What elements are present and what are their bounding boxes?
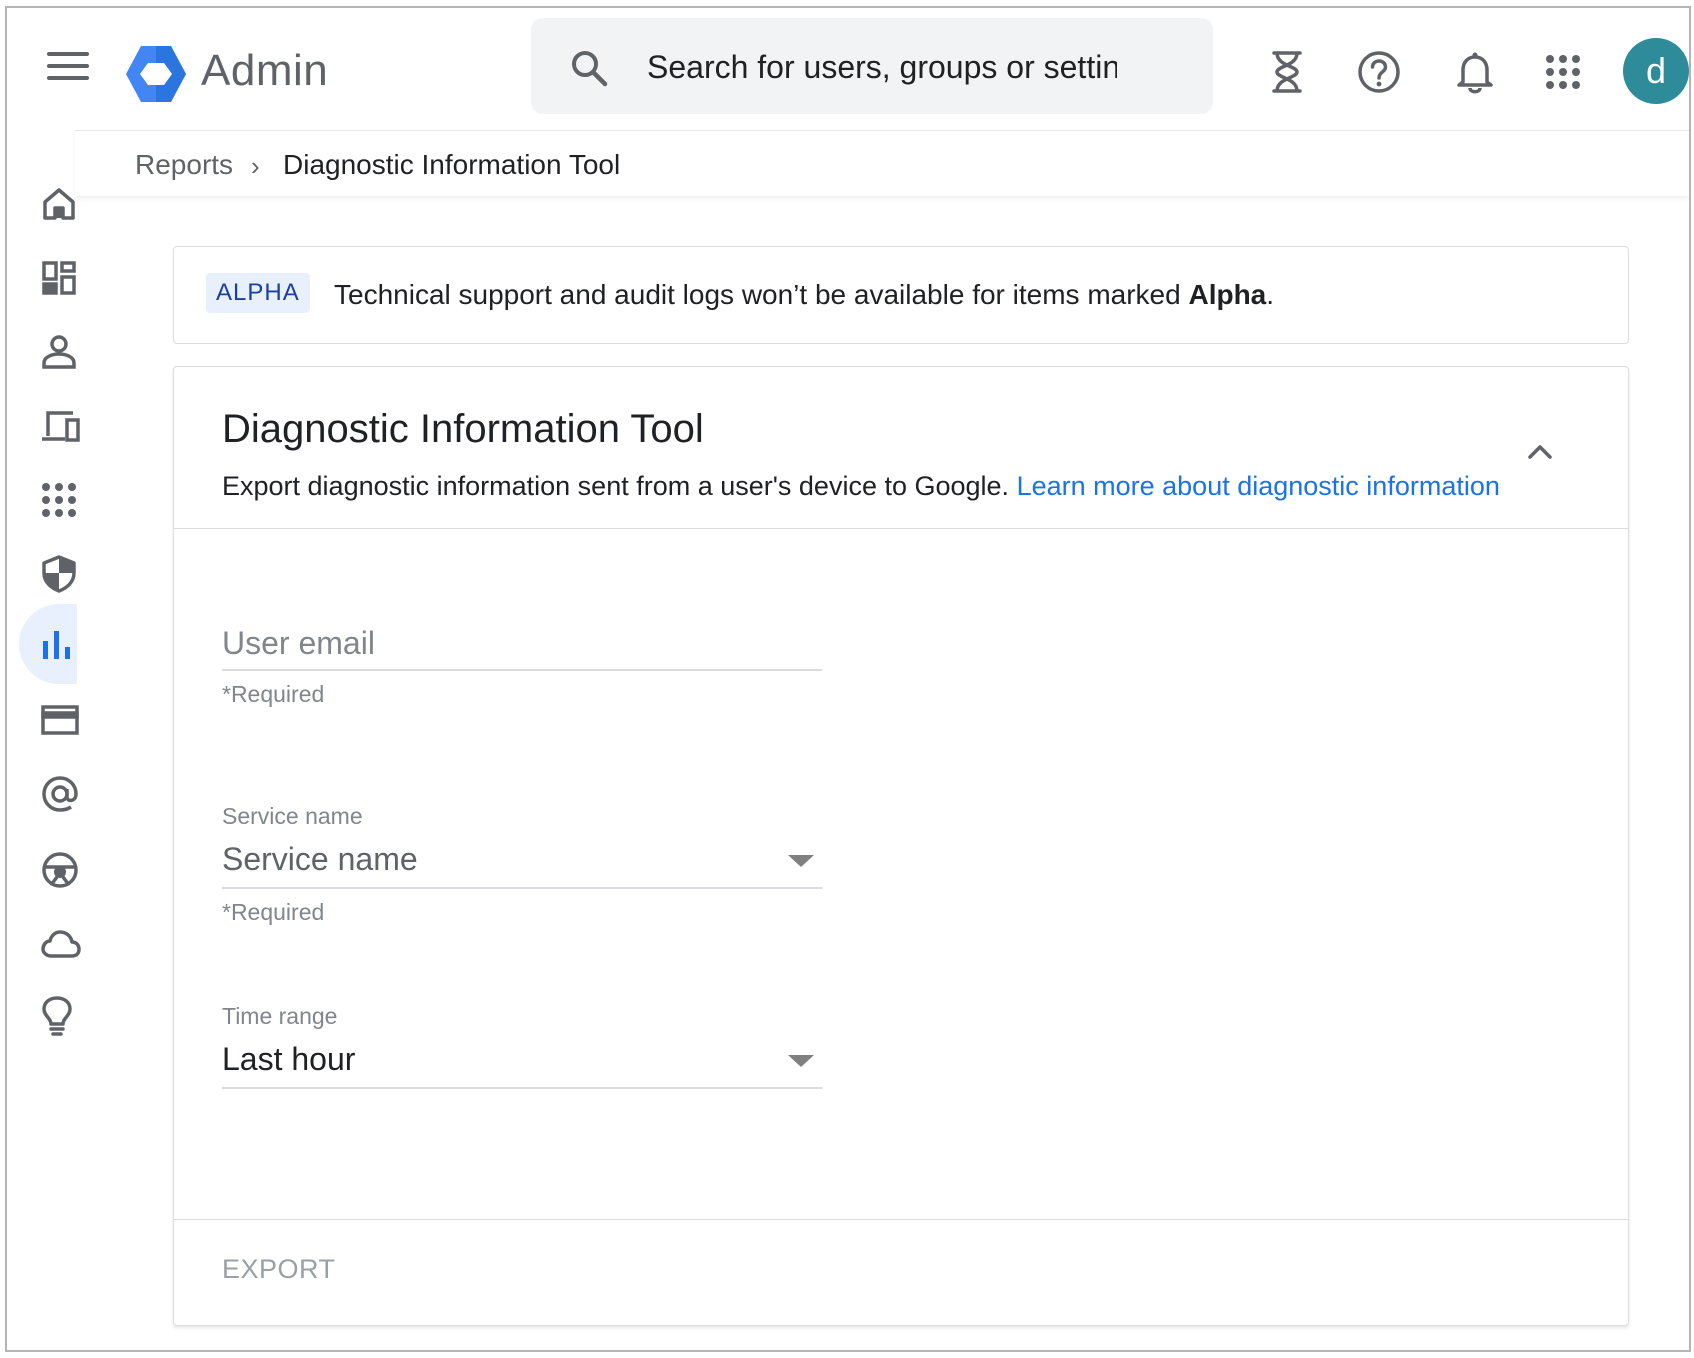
notifications-icon[interactable] (1449, 46, 1501, 98)
service-name-value: Service name (222, 841, 418, 877)
dashboard-icon (42, 261, 76, 295)
apps-grid-icon[interactable] (1537, 46, 1589, 98)
app-name[interactable]: Admin (201, 46, 328, 96)
time-range-field: Time range Last hour (222, 1003, 822, 1089)
nav-rules[interactable] (31, 836, 99, 904)
service-name-label: Service name (222, 803, 363, 829)
chevron-right-icon: › (251, 151, 260, 181)
nav-home[interactable] (31, 170, 99, 238)
search-icon[interactable] (569, 48, 609, 88)
rules-icon (42, 852, 78, 888)
breadcrumb-current: Diagnostic Information Tool (283, 149, 621, 180)
account-avatar[interactable]: d (1623, 38, 1689, 104)
storage-cloud-icon (41, 930, 81, 958)
side-navigation (7, 130, 81, 1350)
admin-logo-icon[interactable] (125, 44, 187, 104)
diagnostic-tool-card: Diagnostic Information Tool Export diagn… (173, 366, 1629, 1326)
dropdown-arrow-icon (788, 1055, 814, 1067)
apps-icon (42, 483, 76, 517)
search-bar[interactable] (531, 18, 1213, 114)
reports-chart-icon (43, 631, 70, 659)
billing-card-icon (41, 705, 79, 735)
time-range-label: Time range (222, 1003, 338, 1029)
export-button[interactable]: EXPORT (222, 1254, 336, 1285)
devices-icon (42, 411, 80, 442)
time-range-value: Last hour (222, 1041, 356, 1077)
nav-users[interactable] (31, 318, 99, 386)
tool-card-header: Diagnostic Information Tool Export diagn… (174, 367, 1628, 529)
users-icon (42, 335, 76, 369)
alpha-badge: ALPHA (206, 273, 310, 313)
lightbulb-icon (42, 996, 72, 1036)
nav-devices[interactable] (31, 392, 99, 460)
chevron-up-icon[interactable] (1520, 431, 1560, 471)
tool-card-footer: EXPORT (174, 1219, 1628, 1325)
user-email-helper: *Required (222, 681, 325, 707)
tool-title: Diagnostic Information Tool (222, 407, 704, 451)
breadcrumb-reports-link[interactable]: Reports (135, 149, 233, 181)
search-input[interactable] (647, 46, 1117, 88)
tool-description: Export diagnostic information sent from … (222, 471, 1500, 501)
nav-security[interactable] (31, 540, 99, 608)
alpha-notice-banner: ALPHA Technical support and audit logs w… (173, 246, 1629, 344)
help-icon[interactable] (1353, 46, 1405, 98)
nav-insights[interactable] (31, 982, 99, 1050)
breadcrumb: Reports › Diagnostic Information Tool (75, 130, 1689, 196)
service-name-select[interactable]: Service name (222, 833, 822, 889)
nav-reports[interactable] (19, 604, 77, 684)
home-icon (43, 188, 75, 220)
security-shield-icon (42, 555, 76, 593)
nav-account[interactable] (31, 760, 99, 828)
nav-apps[interactable] (31, 466, 99, 534)
account-at-icon (42, 776, 78, 812)
dropdown-arrow-icon (788, 855, 814, 867)
nav-storage[interactable] (31, 910, 99, 978)
user-email-input[interactable] (222, 617, 822, 671)
admin-console-window: Admin Search for users, groups or settin… (5, 6, 1691, 1352)
nav-dashboard[interactable] (31, 244, 99, 312)
alpha-notice-text: Technical support and audit logs won’t b… (334, 279, 1275, 310)
nav-billing[interactable] (31, 686, 99, 754)
user-email-field: *Required (222, 617, 822, 708)
time-range-select[interactable]: Last hour (222, 1033, 822, 1089)
hourglass-icon[interactable] (1261, 46, 1313, 98)
service-name-field: Service name Service name *Required (222, 803, 822, 926)
top-app-bar: Admin Search for users, groups or settin… (7, 8, 1689, 130)
learn-more-link[interactable]: Learn more about diagnostic information (1017, 471, 1500, 501)
main-menu-button[interactable] (47, 52, 89, 84)
service-name-helper: *Required (222, 899, 325, 925)
